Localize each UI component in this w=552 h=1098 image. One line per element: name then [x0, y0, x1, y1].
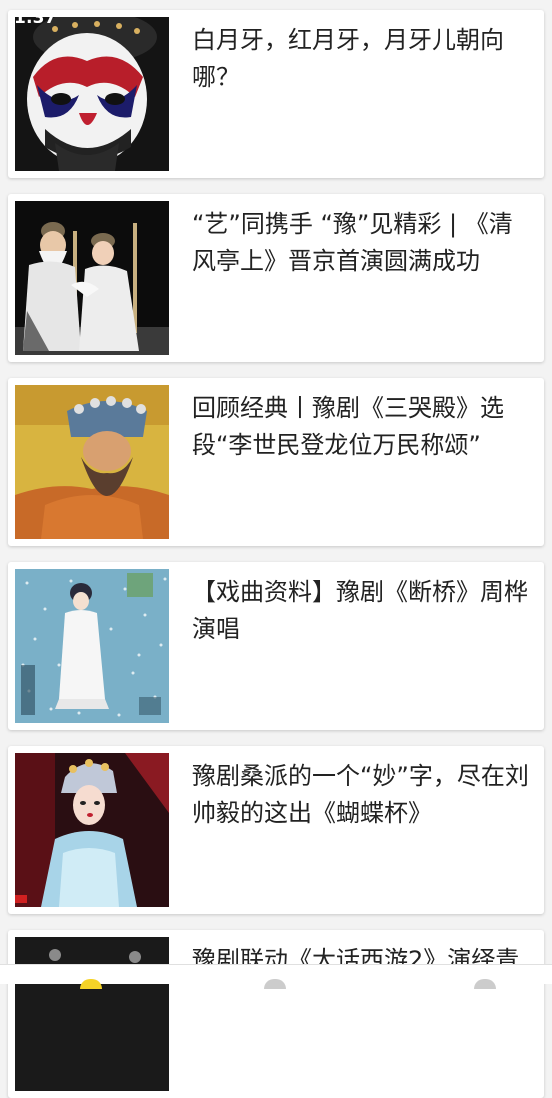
status-bar-time: 1:37 — [14, 8, 57, 28]
opera-performance-image-art — [15, 937, 169, 1091]
news-card-title[interactable]: 豫剧桑派的一个“妙”字，尽在刘帅毅的这出《蝴蝶杯》 — [192, 758, 532, 832]
opera-emperor-image — [15, 385, 169, 539]
profile-tab-icon[interactable] — [474, 979, 496, 989]
news-card[interactable]: 豫剧联动《大话西游2》演绎青 — [8, 930, 544, 1098]
opera-emperor-image-art — [15, 385, 169, 539]
news-card-title[interactable]: 白月牙，红月牙，月牙儿朝向哪？ — [192, 22, 532, 96]
home-tab-icon[interactable] — [80, 979, 102, 989]
news-card[interactable]: 【戏曲资料】豫剧《断桥》周桦 演唱 — [8, 562, 544, 730]
opera-mask-image — [15, 17, 169, 171]
news-card[interactable]: 回顾经典丨豫剧《三哭殿》选段“李世民登龙位万民称颂” — [8, 378, 544, 546]
opera-actress-image — [15, 753, 169, 907]
opera-album-cover-image-art — [15, 569, 169, 723]
news-card[interactable]: 豫剧桑派的一个“妙”字，尽在刘帅毅的这出《蝴蝶杯》 — [8, 746, 544, 914]
news-card-title[interactable]: “艺”同携手 “豫”见精彩 | 《清风亭上》晋京首演圆满成功 — [192, 206, 532, 280]
opera-actress-image-art — [15, 753, 169, 907]
discover-tab-icon[interactable] — [264, 979, 286, 989]
bottom-navigation-bar — [0, 964, 552, 989]
news-card-title[interactable]: 回顾经典丨豫剧《三哭殿》选段“李世民登龙位万民称颂” — [192, 390, 532, 464]
news-card[interactable]: 白月牙，红月牙，月牙儿朝向哪？ — [8, 10, 544, 178]
opera-performance-image — [15, 937, 169, 1091]
opera-album-cover-image — [15, 569, 169, 723]
opera-mask-image-art — [15, 17, 169, 171]
news-card-title[interactable]: 【戏曲资料】豫剧《断桥》周桦 演唱 — [192, 574, 532, 648]
opera-stage-image-art — [15, 201, 169, 355]
news-card[interactable]: “艺”同携手 “豫”见精彩 | 《清风亭上》晋京首演圆满成功 — [8, 194, 544, 362]
opera-stage-image — [15, 201, 169, 355]
